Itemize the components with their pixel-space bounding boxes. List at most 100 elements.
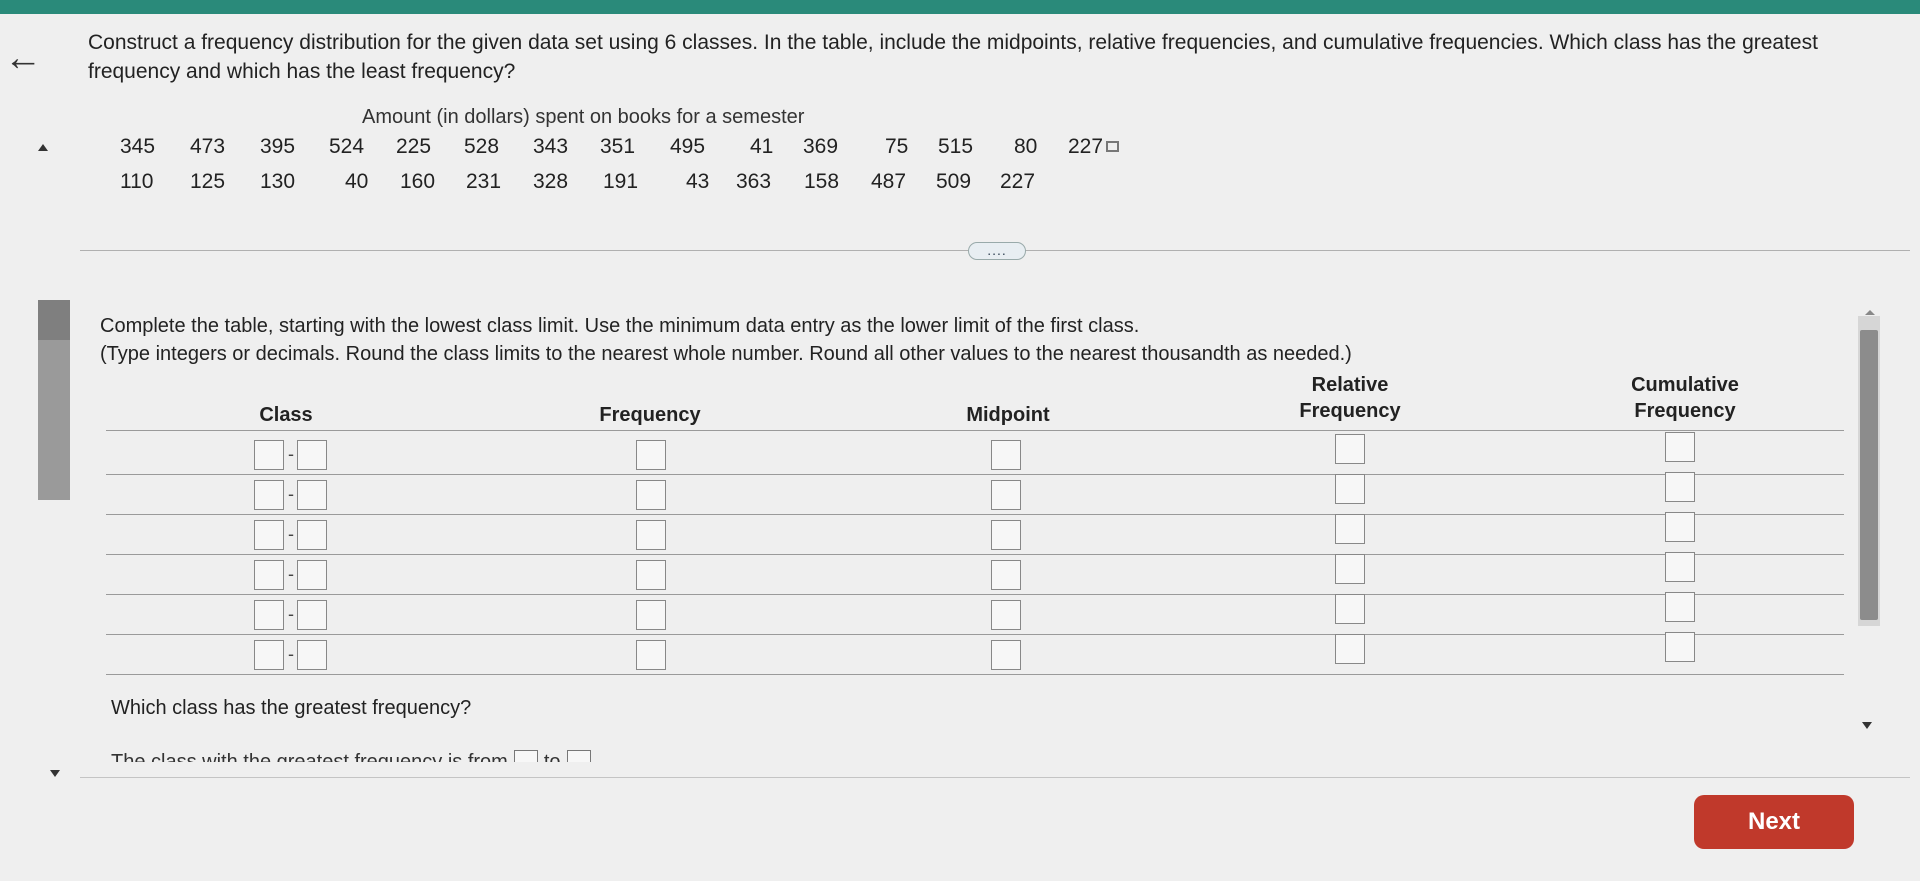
instruction-line-2: (Type integers or decimals. Round the cl… [100, 343, 1352, 365]
midpoint-input[interactable] [991, 480, 1021, 510]
midpoint-input[interactable] [991, 440, 1021, 470]
cumulative-frequency-input[interactable] [1665, 432, 1695, 462]
data-value: 40 [345, 170, 369, 193]
data-value: 158 [804, 170, 840, 193]
data-value: 75 [885, 135, 909, 158]
data-value: 473 [190, 135, 226, 158]
class-separator: - [288, 444, 294, 464]
class-upper-input[interactable] [297, 640, 327, 670]
header-midpoint: Midpoint [966, 404, 1050, 426]
data-value: 160 [400, 170, 436, 193]
class-separator: - [288, 604, 294, 624]
cumulative-frequency-input[interactable] [1665, 552, 1695, 582]
class-upper-input[interactable] [297, 520, 327, 550]
midpoint-input[interactable] [991, 600, 1021, 630]
data-value: 515 [938, 135, 974, 158]
scroll-up-icon[interactable] [1865, 310, 1875, 315]
data-value: 227 [1000, 170, 1036, 193]
class-lower-input[interactable] [254, 480, 284, 510]
class-lower-input[interactable] [254, 520, 284, 550]
more-button[interactable]: .... [968, 242, 1026, 260]
cumulative-frequency-input[interactable] [1665, 632, 1695, 662]
cumulative-frequency-input[interactable] [1665, 472, 1695, 502]
data-value: 363 [736, 170, 772, 193]
midpoint-input[interactable] [991, 520, 1021, 550]
scroll-up-icon[interactable] [38, 144, 48, 151]
data-value: 130 [260, 170, 296, 193]
midpoint-input[interactable] [991, 640, 1021, 670]
table-row-rule [106, 674, 1844, 675]
frequency-input[interactable] [636, 520, 666, 550]
class-upper-input[interactable] [297, 600, 327, 630]
question-text: Construct a frequency distribution for t… [88, 31, 1818, 83]
relative-frequency-input[interactable] [1335, 434, 1365, 464]
data-value: 41 [750, 135, 774, 158]
relative-frequency-input[interactable] [1335, 514, 1365, 544]
data-value: 524 [329, 135, 365, 158]
header-frequency: Frequency [599, 404, 701, 426]
next-button[interactable]: Next [1694, 795, 1854, 849]
data-value: 343 [533, 135, 569, 158]
class-lower-input[interactable] [254, 640, 284, 670]
cumulative-frequency-input[interactable] [1665, 512, 1695, 542]
scroll-down-icon[interactable] [1862, 722, 1872, 729]
data-value: 191 [603, 170, 639, 193]
midpoint-input[interactable] [991, 560, 1021, 590]
class-upper-input[interactable] [297, 440, 327, 470]
table-row-rule [106, 594, 1844, 595]
greatest-frequency-question: Which class has the greatest frequency? [111, 697, 472, 719]
frequency-input[interactable] [636, 480, 666, 510]
frequency-input[interactable] [636, 640, 666, 670]
data-value: 227 [1068, 135, 1120, 159]
data-value: 369 [803, 135, 839, 158]
table-row-rule [106, 554, 1844, 555]
class-separator: - [288, 484, 294, 504]
class-upper-input[interactable] [297, 560, 327, 590]
header-cumulative-frequency: Cumulative Frequency [1610, 372, 1760, 424]
table-header-rule [106, 430, 1844, 431]
data-value: 80 [1014, 135, 1038, 158]
header-relative-frequency: Relative Frequency [1280, 372, 1420, 424]
back-arrow-icon[interactable]: ← [4, 39, 42, 77]
scroll-down-icon[interactable] [50, 770, 60, 777]
frequency-input[interactable] [636, 440, 666, 470]
table-row-rule [106, 474, 1844, 475]
dataset-title: Amount (in dollars) spent on books for a… [362, 106, 805, 128]
table-row-rule [106, 634, 1844, 635]
header-relative-line1: Relative [1311, 374, 1389, 396]
relative-frequency-input[interactable] [1335, 594, 1365, 624]
header-relative-line2: Frequency [1299, 400, 1401, 422]
bottom-divider [80, 777, 1910, 778]
class-separator: - [288, 644, 294, 664]
top-banner [0, 0, 1920, 14]
data-value: 231 [466, 170, 502, 193]
class-lower-input[interactable] [254, 440, 284, 470]
data-value: 509 [936, 170, 972, 193]
class-separator: - [288, 564, 294, 584]
copy-data-icon[interactable] [1106, 141, 1120, 152]
relative-frequency-input[interactable] [1335, 634, 1365, 664]
data-value: 528 [464, 135, 500, 158]
header-class: Class [259, 404, 313, 426]
instruction-line-1: Complete the table, starting with the lo… [100, 315, 1140, 337]
right-scroll-thumb[interactable] [1860, 330, 1878, 620]
class-lower-input[interactable] [254, 560, 284, 590]
class-lower-input[interactable] [254, 600, 284, 630]
class-upper-input[interactable] [297, 480, 327, 510]
instructions: Complete the table, starting with the lo… [100, 312, 1800, 368]
data-value: 495 [670, 135, 706, 158]
cumulative-frequency-input[interactable] [1665, 592, 1695, 622]
relative-frequency-input[interactable] [1335, 474, 1365, 504]
data-value: 225 [396, 135, 432, 158]
data-value: 328 [533, 170, 569, 193]
data-value: 351 [600, 135, 636, 158]
left-scroll-handle[interactable] [38, 300, 70, 340]
data-value: 43 [686, 170, 710, 193]
data-value: 345 [120, 135, 156, 158]
data-value: 487 [871, 170, 907, 193]
header-cumulative-line2: Frequency [1634, 400, 1736, 422]
frequency-input[interactable] [636, 560, 666, 590]
frequency-input[interactable] [636, 600, 666, 630]
table-row-rule [106, 514, 1844, 515]
relative-frequency-input[interactable] [1335, 554, 1365, 584]
